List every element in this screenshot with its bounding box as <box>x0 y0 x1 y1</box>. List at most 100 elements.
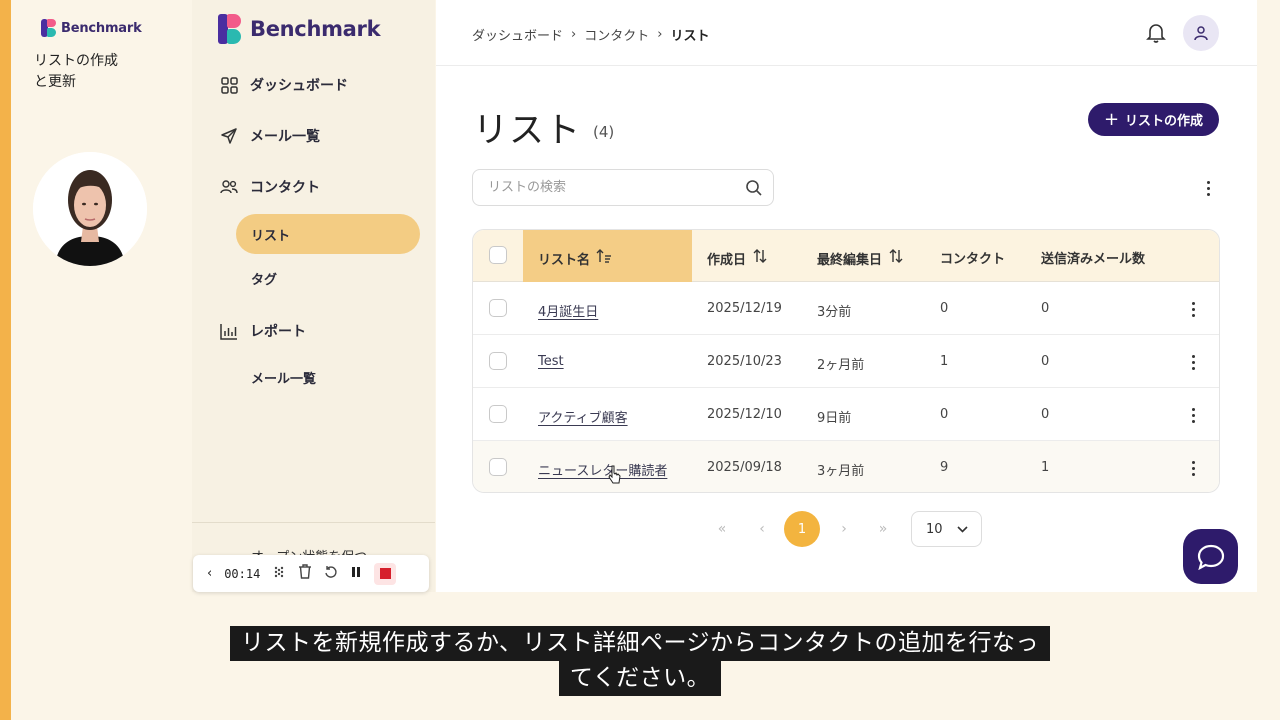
table-row: Test 2025/10/23 2ヶ月前 1 0 <box>473 335 1219 388</box>
column-label: リスト名 <box>538 252 591 268</box>
sidebar-item-label: ダッシュボード <box>250 78 348 94</box>
sent-count: 1 <box>1041 460 1050 475</box>
sidebar-item-lists[interactable]: リスト <box>251 225 290 244</box>
edited-date: 2ヶ月前 <box>817 358 865 373</box>
create-list-label: リストの作成 <box>1125 114 1204 129</box>
stop-recording-button[interactable] <box>374 562 397 585</box>
column-label: コンタクト <box>940 252 1006 267</box>
lists-table: リスト名 作成日 最終編集日 コンタクト 送信済みメール数 4月誕生日 2025… <box>472 229 1220 493</box>
breadcrumb-dashboard[interactable]: ダッシュボード <box>472 25 563 44</box>
row-checkbox[interactable] <box>489 405 507 423</box>
sidebar-item-emails[interactable]: メール一覧 <box>220 126 320 146</box>
row-menu-icon[interactable] <box>1186 352 1200 372</box>
column-label: 送信済みメール数 <box>1041 252 1146 267</box>
list-name-link[interactable]: Test <box>538 354 564 369</box>
chevron-right-icon: › <box>571 27 577 42</box>
created-date: 2025/09/18 <box>707 460 782 475</box>
screen-recorder-bar: ‹ 00:14 <box>193 555 429 592</box>
sidebar-item-report-emails[interactable]: メール一覧 <box>251 368 316 387</box>
sort-icon <box>752 248 768 268</box>
topbar-divider <box>436 65 1257 66</box>
drag-handle-icon[interactable] <box>272 565 286 583</box>
row-menu-icon[interactable] <box>1186 299 1200 319</box>
row-checkbox[interactable] <box>489 299 507 317</box>
paper-plane-icon <box>220 127 238 145</box>
table-row: ニュースレター購読者 2025/09/18 3ヶ月前 9 1 <box>473 441 1219 492</box>
bell-icon[interactable] <box>1145 21 1167 43</box>
last-page-icon[interactable]: » <box>873 511 893 547</box>
sidebar-item-label: メール一覧 <box>250 129 320 145</box>
column-header-created[interactable]: 作成日 <box>707 248 768 268</box>
sidebar-item-reports[interactable]: レポート <box>220 321 306 341</box>
list-name-link[interactable]: ニュースレター購読者 <box>538 460 667 479</box>
column-header-edited[interactable]: 最終編集日 <box>817 248 904 268</box>
benchmark-logo-icon <box>41 19 57 37</box>
list-name-link[interactable]: アクティブ顧客 <box>538 407 628 426</box>
restart-icon[interactable] <box>324 565 338 583</box>
sort-ascending-icon <box>596 248 612 268</box>
sort-icon <box>888 248 904 268</box>
previous-page-icon[interactable]: ‹ <box>754 511 770 547</box>
stop-icon <box>379 568 391 579</box>
edited-date: 3ヶ月前 <box>817 464 865 479</box>
chevron-left-icon[interactable]: ‹ <box>207 566 212 581</box>
search-icon[interactable] <box>745 179 763 197</box>
chevron-right-icon: › <box>657 27 663 42</box>
chat-support-button[interactable] <box>1183 529 1238 584</box>
search-input[interactable] <box>473 170 723 205</box>
trash-icon[interactable] <box>298 564 312 583</box>
left-accent-strip <box>0 0 11 720</box>
pause-icon[interactable] <box>350 566 362 582</box>
sidebar-item-dashboard[interactable]: ダッシュボード <box>220 75 348 95</box>
per-page-select[interactable]: 10 <box>911 511 982 547</box>
benchmark-logo-icon <box>218 14 242 44</box>
table-row: 4月誕生日 2025/12/19 3分前 0 0 <box>473 282 1219 335</box>
breadcrumb: ダッシュボード › コンタクト › リスト <box>472 25 709 44</box>
dashboard-grid-icon <box>220 76 238 94</box>
user-icon <box>1194 26 1208 41</box>
row-checkbox[interactable] <box>489 458 507 476</box>
contact-count: 1 <box>940 354 949 369</box>
sidebar-item-tags[interactable]: タグ <box>251 269 277 288</box>
user-menu-button[interactable] <box>1183 15 1219 51</box>
next-page-icon[interactable]: › <box>836 511 852 547</box>
row-menu-icon[interactable] <box>1186 405 1200 425</box>
sidebar-divider <box>192 522 435 523</box>
first-page-icon[interactable]: « <box>712 511 732 547</box>
created-date: 2025/12/19 <box>707 301 782 316</box>
edited-date: 9日前 <box>817 411 852 426</box>
column-header-name[interactable]: リスト名 <box>538 248 612 268</box>
subtitle-line: てください。 <box>558 661 722 696</box>
contact-count: 0 <box>940 301 949 316</box>
sent-count: 0 <box>1041 301 1050 316</box>
sent-count: 0 <box>1041 354 1050 369</box>
contact-count: 0 <box>940 407 949 422</box>
chat-bubble-icon <box>1197 544 1224 570</box>
brand-logo[interactable]: Benchmark <box>218 14 381 44</box>
plus-icon: + <box>1103 108 1120 130</box>
row-menu-icon[interactable] <box>1186 458 1200 478</box>
brand-logo-small: Benchmark <box>41 19 142 37</box>
video-subtitles: リストを新規作成するか、リスト詳細ページからコンタクトの追加を行なっ てください… <box>0 626 1280 696</box>
list-name-link[interactable]: 4月誕生日 <box>538 301 598 320</box>
subtitle-line: リストを新規作成するか、リスト詳細ページからコンタクトの追加を行なっ <box>229 626 1051 661</box>
column-label: 作成日 <box>707 252 747 268</box>
sidebar-item-contacts[interactable]: コンタクト <box>220 177 320 197</box>
select-all-checkbox[interactable] <box>489 246 507 264</box>
breadcrumb-contacts[interactable]: コンタクト <box>584 25 649 44</box>
table-row: アクティブ顧客 2025/12/10 9日前 0 0 <box>473 388 1219 441</box>
row-checkbox[interactable] <box>489 352 507 370</box>
table-header: リスト名 作成日 最終編集日 コンタクト 送信済みメール数 <box>473 230 1219 282</box>
column-label: 最終編集日 <box>817 252 883 268</box>
column-header-contacts: コンタクト <box>940 248 1005 267</box>
column-header-sent: 送信済みメール数 <box>1041 248 1145 267</box>
create-list-button[interactable]: + リストの作成 <box>1088 103 1219 136</box>
list-count: (4) <box>593 123 615 141</box>
contact-count: 9 <box>940 460 949 475</box>
page-button-current[interactable]: 1 <box>784 511 820 547</box>
sidebar-item-label: レポート <box>250 324 306 340</box>
page-title: リスト <box>473 111 582 151</box>
sent-count: 0 <box>1041 407 1050 422</box>
more-options-icon[interactable] <box>1199 178 1217 198</box>
mouse-pointer-icon <box>607 465 623 485</box>
